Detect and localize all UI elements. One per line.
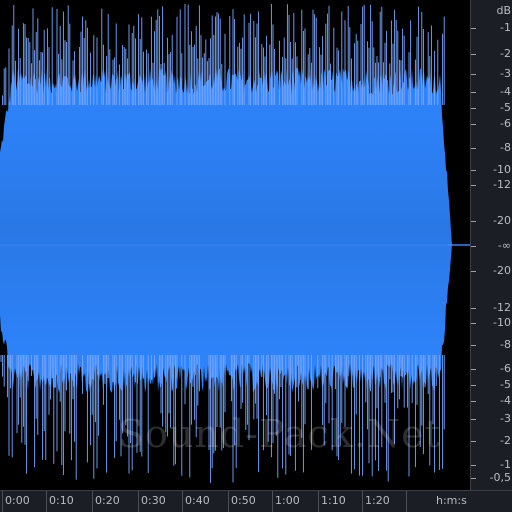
db-tick <box>471 308 476 309</box>
time-label: 1:00 <box>275 494 300 507</box>
db-tick <box>471 108 476 109</box>
db-tick <box>471 124 476 125</box>
db-label: -20 <box>493 214 511 227</box>
db-tick <box>471 385 476 386</box>
db-label: -3 <box>500 67 511 80</box>
time-tick <box>318 491 319 512</box>
db-label: -6 <box>500 362 511 375</box>
db-label: -4 <box>500 85 511 98</box>
db-label: -12 <box>493 301 511 314</box>
db-label: -5 <box>500 101 511 114</box>
time-label: 1:10 <box>321 494 346 507</box>
db-label: -5 <box>500 378 511 391</box>
time-tick <box>46 491 47 512</box>
time-unit-label: h:m:s <box>436 494 467 507</box>
db-label: -1 <box>500 458 511 471</box>
time-label: 0:20 <box>95 494 120 507</box>
db-label: -3 <box>500 412 511 425</box>
time-label: 1:20 <box>365 494 390 507</box>
db-tick <box>471 74 476 75</box>
waveform-body <box>0 67 470 393</box>
time-tick <box>2 491 3 512</box>
time-label: 0:00 <box>5 494 30 507</box>
db-tick <box>471 369 476 370</box>
db-scale-ruler: dB -1 -2 -3 -4 -5 -6 -8 -10 -12 -20 -∞ -… <box>470 0 512 490</box>
time-tick <box>362 491 363 512</box>
time-tick <box>228 491 229 512</box>
db-tick <box>471 419 476 420</box>
db-label: -12 <box>493 178 511 191</box>
db-label: -20 <box>493 264 511 277</box>
db-label: -2 <box>500 434 511 447</box>
time-label: 0:50 <box>231 494 256 507</box>
db-label: -2 <box>500 47 511 60</box>
db-label: -1 <box>500 21 511 34</box>
db-tick <box>471 246 476 247</box>
db-unit-label: dB <box>496 4 511 17</box>
db-tick <box>471 345 476 346</box>
db-label: -6 <box>500 117 511 130</box>
time-label: 0:40 <box>185 494 210 507</box>
time-tick <box>182 491 183 512</box>
db-label: -10 <box>493 163 511 176</box>
time-tick <box>272 491 273 512</box>
time-ruler[interactable]: 0:00 0:10 0:20 0:30 0:40 0:50 1:00 1:10 … <box>0 490 512 512</box>
time-label: 0:30 <box>141 494 166 507</box>
time-tick <box>92 491 93 512</box>
db-label: -∞ <box>497 239 511 252</box>
time-label: 0:10 <box>49 494 74 507</box>
db-tick <box>471 323 476 324</box>
db-tick <box>471 185 476 186</box>
db-tick <box>471 478 476 479</box>
db-tick <box>471 54 476 55</box>
db-label: -4 <box>500 394 511 407</box>
db-tick <box>471 271 476 272</box>
db-tick <box>471 221 476 222</box>
audio-editor-waveform-view: Sound-Pack.Net dB -1 -2 -3 -4 -5 -6 -8 -… <box>0 0 512 512</box>
db-label: -10 <box>493 316 511 329</box>
db-tick <box>471 28 476 29</box>
time-tick <box>138 491 139 512</box>
db-tick <box>471 148 476 149</box>
db-tick <box>471 441 476 442</box>
db-tick <box>471 401 476 402</box>
db-label: -8 <box>500 141 511 154</box>
time-tick <box>406 491 407 512</box>
db-tick <box>471 92 476 93</box>
watermark-text: Sound-Pack.Net <box>118 412 441 456</box>
db-tick <box>471 170 476 171</box>
db-tick <box>471 465 476 466</box>
db-label: -8 <box>500 338 511 351</box>
db-label: -0,5 <box>489 471 511 484</box>
